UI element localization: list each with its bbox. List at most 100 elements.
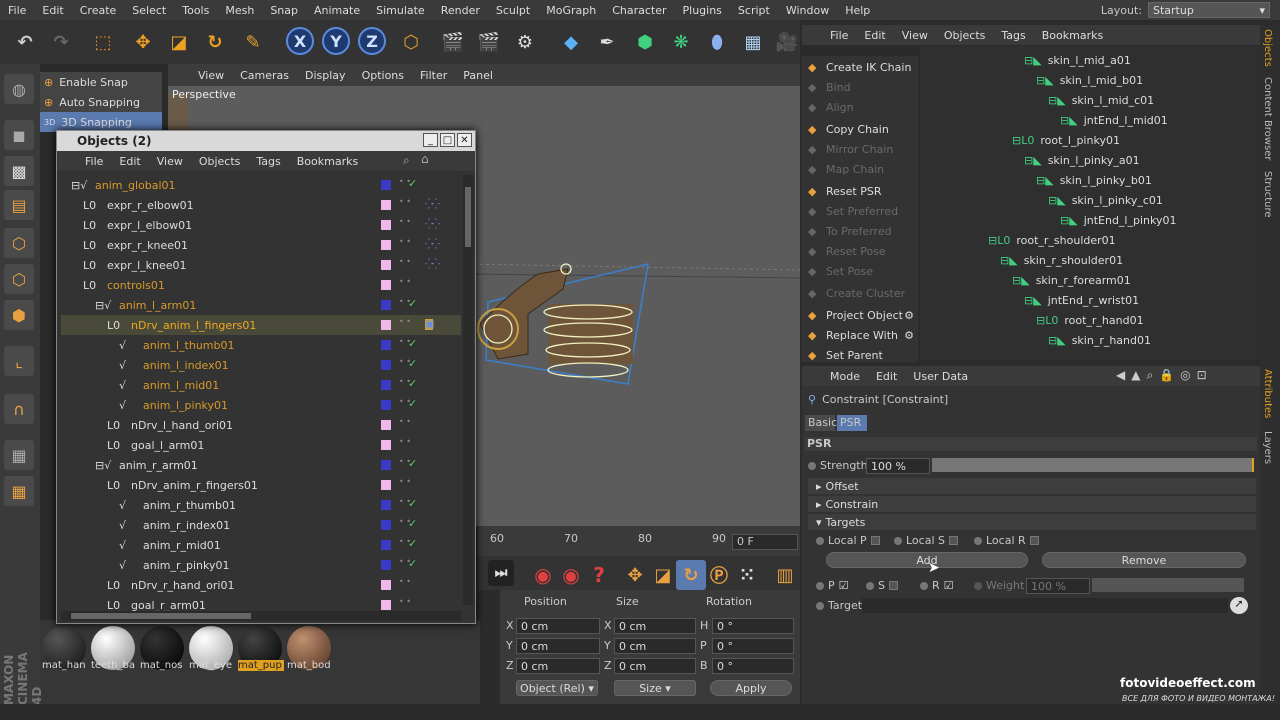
visibility-dots[interactable]: • •: [399, 478, 411, 491]
rotate-icon[interactable]: ↻: [200, 27, 230, 57]
object-row[interactable]: √ anim_r_mid01 • • ✓: [61, 535, 461, 555]
tree-row[interactable]: ⊟◣ jntEnd_r_wrist01: [1024, 290, 1139, 310]
tag-icon[interactable]: ⁛⁛: [425, 239, 440, 250]
add-button[interactable]: Add: [826, 552, 1028, 568]
object-row[interactable]: L0 expr_l_elbow01 • • ⁛⁛: [61, 215, 461, 235]
magnet-icon[interactable]: ∩: [4, 394, 34, 424]
menu-edit[interactable]: Edit: [34, 4, 71, 17]
visibility-dots[interactable]: • •: [399, 558, 411, 571]
visibility-dots[interactable]: • •: [399, 318, 411, 331]
layer-color-swatch[interactable]: [381, 180, 391, 190]
tree-row[interactable]: ⊟◣ skin_r_hand01: [1048, 330, 1151, 350]
layer-color-swatch[interactable]: [381, 540, 391, 550]
visibility-dots[interactable]: • •: [399, 518, 411, 531]
points-mode-icon[interactable]: ⬡: [4, 228, 34, 258]
visibility-dots[interactable]: • •: [399, 598, 411, 611]
tab-layers[interactable]: Layers: [1262, 431, 1273, 464]
object-row[interactable]: L0 nDrv_r_hand_ori01 • •: [61, 575, 461, 595]
object-row[interactable]: L0 expr_r_knee01 • • ⁛⁛: [61, 235, 461, 255]
tag-icon[interactable]: ⁛⁛: [425, 199, 440, 210]
layout-dropdown[interactable]: Startup ▾: [1148, 2, 1270, 18]
objects-menu-objects[interactable]: Objects: [191, 155, 249, 168]
texture-mode-icon[interactable]: ▩: [4, 156, 34, 186]
layer-color-swatch[interactable]: [381, 380, 391, 390]
visibility-dots[interactable]: • •: [399, 398, 411, 411]
layer-color-swatch[interactable]: [381, 460, 391, 470]
weight-slider[interactable]: [1092, 578, 1244, 592]
key-pla-icon[interactable]: ⁙: [732, 560, 762, 590]
visibility-dots[interactable]: • •: [399, 578, 411, 591]
polygons-mode-icon[interactable]: ⬢: [4, 300, 34, 330]
key-scale-icon[interactable]: ◪: [648, 560, 678, 590]
tree-row[interactable]: ⊟◣ jntEnd_l_mid01: [1060, 110, 1168, 130]
key-parameter-icon[interactable]: Ⓟ: [704, 560, 734, 590]
local-r-option[interactable]: Local R: [974, 534, 1039, 547]
visibility-dots[interactable]: • •: [399, 538, 411, 551]
window-titlebar[interactable]: Objects (2): [57, 131, 475, 151]
tag-icon[interactable]: ⁛⁛: [425, 219, 440, 230]
tree-row[interactable]: ⊟L0 root_l_pinky01: [1012, 130, 1120, 150]
viewport-menu-view[interactable]: View: [190, 69, 232, 82]
tree-row[interactable]: ⊟◣ skin_r_forearm01: [1012, 270, 1131, 290]
visibility-dots[interactable]: • •: [399, 378, 411, 391]
visibility-dots[interactable]: • •: [399, 218, 411, 231]
apply-button[interactable]: Apply: [710, 680, 792, 696]
object-row[interactable]: L0 goal_l_arm01 • •: [61, 435, 461, 455]
command-copy-chain[interactable]: ◆ Copy Chain: [804, 120, 916, 139]
remove-button[interactable]: Remove: [1042, 552, 1246, 568]
object-row[interactable]: L0 nDrv_l_hand_ori01 • •: [61, 415, 461, 435]
3d-snapping-item[interactable]: 3D 3D Snapping: [40, 112, 162, 132]
vertical-scrollbar[interactable]: [463, 175, 473, 605]
layer-color-swatch[interactable]: [381, 400, 391, 410]
tag-icon[interactable]: ▣: [425, 319, 435, 330]
enabled-check[interactable]: ✓: [408, 457, 417, 470]
tree-menu-file[interactable]: File: [822, 29, 856, 42]
minimize-button[interactable]: _: [423, 133, 438, 147]
make-editable-icon[interactable]: ◍: [4, 74, 34, 104]
group-targets[interactable]: ▾ Targets: [808, 514, 1256, 530]
tab-structure[interactable]: Structure: [1262, 171, 1273, 218]
pos-z-field[interactable]: 0 cm: [516, 658, 600, 674]
s-checkbox[interactable]: [888, 581, 898, 590]
layer-color-swatch[interactable]: [381, 580, 391, 590]
floor-icon[interactable]: ▦: [738, 27, 768, 57]
layer-color-swatch[interactable]: [381, 240, 391, 250]
menu-script[interactable]: Script: [730, 4, 778, 17]
command-reset-psr[interactable]: ◆ Reset PSR: [804, 182, 916, 201]
layer-color-swatch[interactable]: [381, 600, 391, 610]
objects-menu-view[interactable]: View: [149, 155, 191, 168]
layer-color-swatch[interactable]: [381, 220, 391, 230]
home-icon[interactable]: ⌂: [421, 152, 429, 166]
object-row[interactable]: ⊟√ anim_l_arm01 • • ✓: [61, 295, 461, 315]
viewport-menu-display[interactable]: Display: [297, 69, 354, 82]
size-y-field[interactable]: 0 cm: [614, 638, 696, 654]
enabled-check[interactable]: ✓: [408, 357, 417, 370]
render-picture-viewer-icon[interactable]: 🎬: [474, 27, 504, 57]
viewport-menu-options[interactable]: Options: [354, 69, 412, 82]
local-p-option[interactable]: Local P: [816, 534, 880, 547]
object-row[interactable]: ⊟√ anim_r_arm01 • • ✓: [61, 455, 461, 475]
layer-color-swatch[interactable]: [381, 360, 391, 370]
strength-slider[interactable]: [932, 458, 1254, 472]
objects-menu-edit[interactable]: Edit: [111, 155, 148, 168]
layer-color-swatch[interactable]: [381, 340, 391, 350]
menu-select[interactable]: Select: [124, 4, 174, 17]
gear-icon[interactable]: ⚙: [904, 309, 914, 322]
visibility-dots[interactable]: • •: [399, 438, 411, 451]
p-checkbox[interactable]: ☑: [839, 579, 849, 592]
maximize-button[interactable]: □: [440, 133, 455, 147]
menu-tools[interactable]: Tools: [174, 4, 217, 17]
size-mode-dropdown[interactable]: Size ▾: [614, 680, 696, 696]
object-row[interactable]: √ anim_l_pinky01 • • ✓: [61, 395, 461, 415]
menu-file[interactable]: File: [0, 4, 34, 17]
tab-psr[interactable]: PSR: [837, 415, 867, 431]
menu-plugins[interactable]: Plugins: [675, 4, 730, 17]
cube-icon[interactable]: ◆: [556, 27, 586, 57]
objects-menu-tags[interactable]: Tags: [248, 155, 288, 168]
layer-color-swatch[interactable]: [381, 280, 391, 290]
enabled-check[interactable]: ✓: [408, 397, 417, 410]
menu-mograph[interactable]: MoGraph: [538, 4, 604, 17]
visibility-dots[interactable]: • •: [399, 198, 411, 211]
p-option[interactable]: P ☑: [816, 579, 849, 592]
size-z-field[interactable]: 0 cm: [614, 658, 696, 674]
